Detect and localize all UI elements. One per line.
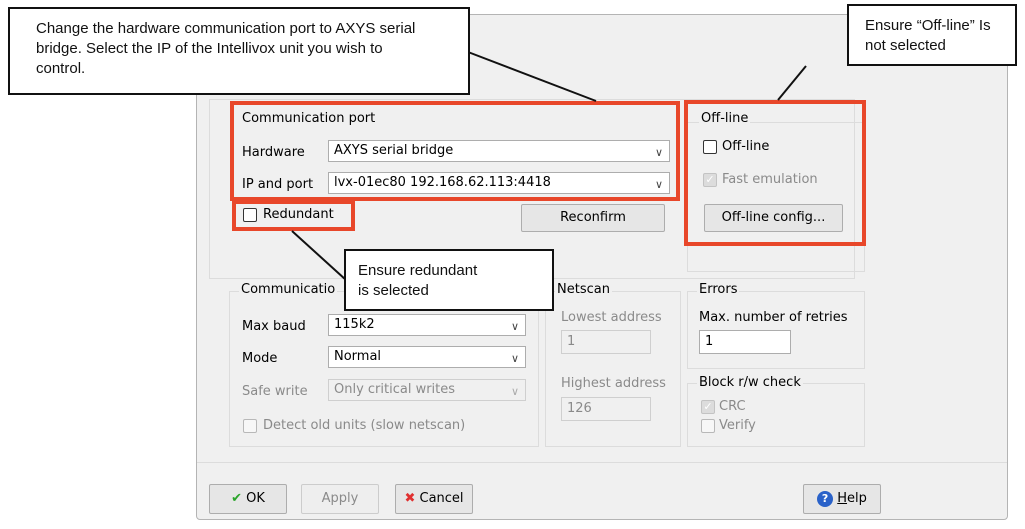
- block-check-title: Block r/w check: [697, 375, 803, 390]
- lowest-address-input[interactable]: 1: [561, 330, 651, 354]
- crc-checkbox[interactable]: ✓: [701, 400, 715, 414]
- offline-highlight: [684, 100, 866, 246]
- mode-select[interactable]: Normal ∨: [328, 346, 526, 368]
- communication-group-title: Communicatio: [239, 282, 338, 297]
- verify-checkbox[interactable]: [701, 419, 715, 433]
- communication-port-highlight: [230, 101, 680, 201]
- help-icon: ?: [817, 490, 834, 507]
- safe-write-select[interactable]: Only critical writes ∨: [328, 379, 526, 401]
- lowest-address-label: Lowest address: [561, 310, 662, 325]
- detect-old-units-label: Detect old units (slow netscan): [263, 418, 466, 433]
- safe-write-select-value: Only critical writes: [334, 382, 456, 397]
- safe-write-label: Safe write: [242, 384, 308, 399]
- mode-select-value: Normal: [334, 349, 382, 364]
- redundant-callout: Ensure redundant is selected: [344, 249, 554, 311]
- max-baud-select[interactable]: 115k2 ∨: [328, 314, 526, 336]
- cancel-button[interactable]: ✖ Cancel: [395, 484, 473, 514]
- crc-label: CRC: [719, 399, 746, 414]
- chevron-down-icon: ∨: [510, 320, 519, 333]
- detect-old-units-checkbox[interactable]: [243, 419, 257, 433]
- mode-label: Mode: [242, 351, 278, 366]
- apply-button[interactable]: Apply: [301, 484, 379, 514]
- retries-label: Max. number of retries: [699, 310, 848, 325]
- max-baud-select-value: 115k2: [334, 317, 375, 332]
- offline-callout: Ensure “Off-line” Is not selected: [847, 4, 1017, 66]
- block-check-group: [687, 383, 865, 447]
- reconfirm-button[interactable]: Reconfirm: [521, 204, 665, 232]
- errors-group-title: Errors: [697, 282, 740, 297]
- help-button[interactable]: ? Help: [803, 484, 881, 514]
- close-icon: ✖: [404, 491, 416, 506]
- chevron-down-icon: ∨: [510, 352, 519, 365]
- cancel-label: Cancel: [419, 491, 464, 506]
- highest-address-input[interactable]: 126: [561, 397, 651, 421]
- retries-input[interactable]: 1: [699, 330, 791, 354]
- ok-label: OK: [246, 491, 265, 506]
- netscan-group-title: Netscan: [555, 282, 612, 297]
- highest-address-label: Highest address: [561, 376, 666, 391]
- max-baud-label: Max baud: [242, 319, 306, 334]
- redundant-highlight: [232, 200, 355, 231]
- ok-button[interactable]: ✔ OK: [209, 484, 287, 514]
- verify-label: Verify: [719, 418, 756, 433]
- chevron-down-icon: ∨: [510, 385, 519, 398]
- help-label: Help: [837, 491, 867, 506]
- check-icon: ✔: [231, 491, 242, 506]
- hardware-callout: Change the hardware communication port t…: [8, 7, 470, 95]
